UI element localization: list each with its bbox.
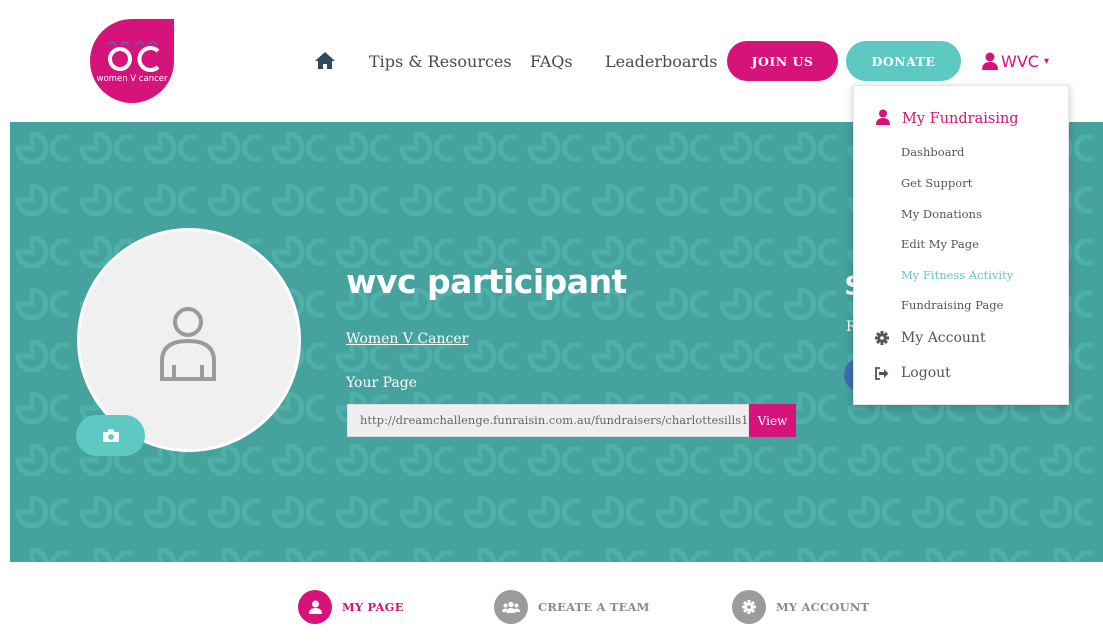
user-outline-icon xyxy=(160,307,216,381)
my-fundraising-label: My Fundraising xyxy=(902,111,1019,127)
organisation-link[interactable]: Women V Cancer xyxy=(346,331,468,347)
gear-icon xyxy=(732,590,766,624)
donate-button[interactable]: DONATE xyxy=(846,41,961,81)
your-page-label: Your Page xyxy=(346,375,417,391)
user-dropdown-menu: My Fundraising Dashboard Get Support My … xyxy=(853,85,1069,405)
user-icon xyxy=(982,52,998,70)
logo-text: women V cancer xyxy=(97,74,168,84)
menu-item-my-fitness-activity[interactable]: My Fitness Activity xyxy=(901,268,1013,282)
menu-item-logout[interactable]: Logout xyxy=(875,365,951,381)
nav-faqs[interactable]: FAQs xyxy=(530,52,573,71)
tab-create-a-team[interactable]: CREATE A TEAM xyxy=(494,589,650,625)
tab-my-account[interactable]: MY ACCOUNT xyxy=(732,589,869,625)
user-name: WVC xyxy=(1001,51,1039,71)
join-us-button[interactable]: JOIN US xyxy=(727,41,838,81)
tab-my-page[interactable]: MY PAGE xyxy=(298,589,404,625)
user-icon xyxy=(876,109,890,125)
nav-tips-resources[interactable]: Tips & Resources xyxy=(369,52,512,71)
menu-item-edit-my-page[interactable]: Edit My Page xyxy=(901,237,979,251)
logout-icon xyxy=(875,366,889,380)
tab-my-account-label: MY ACCOUNT xyxy=(776,600,870,614)
view-page-button[interactable]: View xyxy=(749,404,796,437)
menu-item-dashboard[interactable]: Dashboard xyxy=(901,145,964,159)
women-v-cancer-logo[interactable]: women V cancer xyxy=(88,17,176,105)
nav-leaderboards[interactable]: Leaderboards xyxy=(605,52,718,71)
change-photo-button[interactable] xyxy=(76,415,145,456)
home-icon[interactable] xyxy=(314,50,336,72)
group-icon xyxy=(494,590,528,624)
camera-icon xyxy=(102,429,119,442)
gear-icon xyxy=(875,331,889,345)
menu-item-fundraising-page[interactable]: Fundraising Page xyxy=(901,298,1003,312)
tab-create-a-team-label: CREATE A TEAM xyxy=(538,600,650,614)
page-url-field[interactable]: http://dreamchallenge.funraisin.com.au/f… xyxy=(347,404,749,437)
my-account-label: My Account xyxy=(901,330,986,346)
user-icon xyxy=(298,590,332,624)
participant-name: wvc participant xyxy=(346,262,627,301)
menu-item-get-support[interactable]: Get Support xyxy=(901,176,972,190)
chevron-down-icon: ▾ xyxy=(1043,55,1049,67)
my-fundraising-heading[interactable]: My Fundraising xyxy=(876,109,1019,129)
tab-my-page-label: MY PAGE xyxy=(342,600,404,614)
user-menu-toggle[interactable]: WVC ▾ xyxy=(982,49,1049,73)
logout-label: Logout xyxy=(901,365,951,381)
menu-item-my-donations[interactable]: My Donations xyxy=(901,207,982,221)
menu-item-my-account[interactable]: My Account xyxy=(875,330,986,346)
